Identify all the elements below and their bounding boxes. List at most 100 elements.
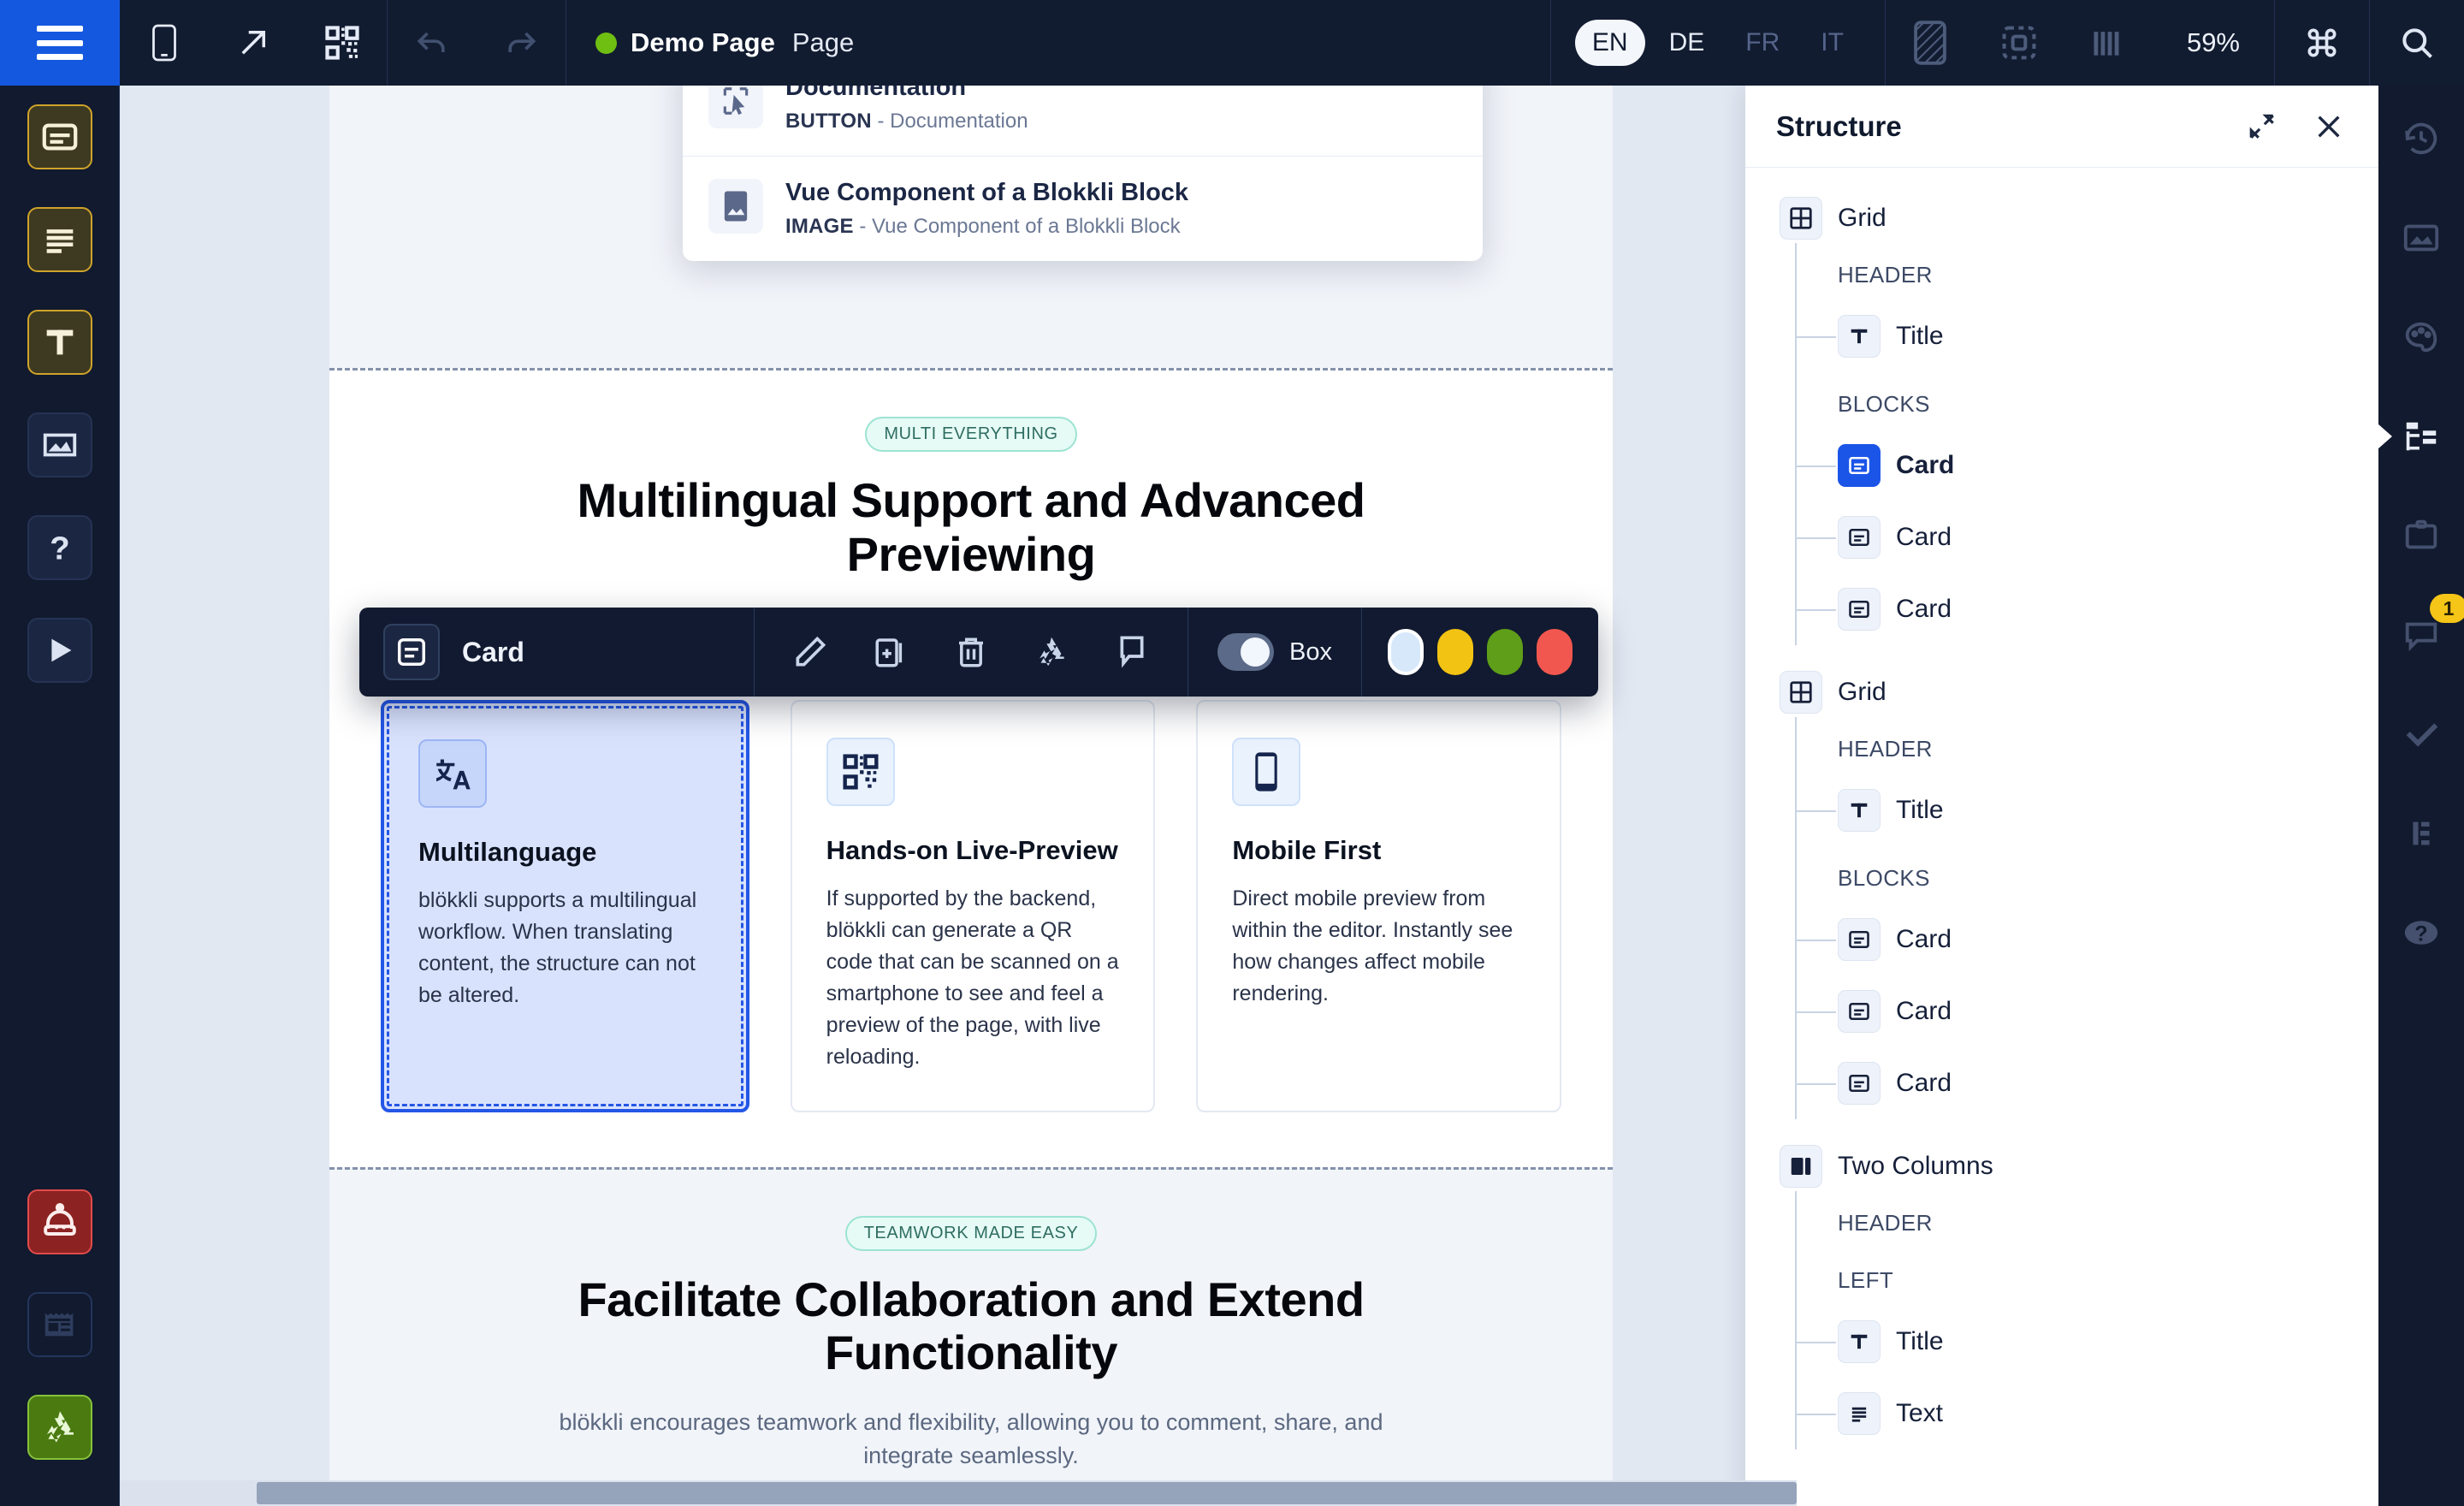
grid-icon-wrap bbox=[1780, 671, 1822, 714]
help-button[interactable]: ? bbox=[2394, 905, 2449, 960]
feature-card-grid: Multilanguage blökkli supports a multili… bbox=[329, 700, 1613, 1167]
search-result-row[interactable]: Vue Component of a Blokkli Block IMAGE -… bbox=[683, 156, 1483, 261]
color-swatch-default[interactable] bbox=[1388, 629, 1424, 675]
clipboard-button[interactable] bbox=[2394, 508, 2449, 563]
color-swatch-green[interactable] bbox=[1487, 629, 1523, 675]
card-icon-wrap bbox=[1838, 588, 1881, 631]
section-lead[interactable]: blökkli encourages teamwork and flexibil… bbox=[539, 1406, 1403, 1472]
delete-button[interactable] bbox=[951, 630, 991, 674]
tree-item-two-columns[interactable]: Two Columns bbox=[1780, 1141, 2378, 1191]
library-recycle-button[interactable] bbox=[27, 1395, 92, 1460]
history-button[interactable] bbox=[2394, 111, 2449, 166]
grid-columns-button[interactable] bbox=[2064, 0, 2153, 86]
feature-card-mobile-first[interactable]: Mobile First Direct mobile preview from … bbox=[1196, 700, 1561, 1112]
status-dot bbox=[595, 33, 617, 54]
selection-box-button[interactable] bbox=[1975, 0, 2064, 86]
section-heading[interactable]: Facilitate Collaboration and Extend Func… bbox=[543, 1273, 1399, 1380]
translate-icon bbox=[433, 754, 472, 793]
text-icon bbox=[1847, 1402, 1871, 1426]
feature-card-title: Hands-on Live-Preview bbox=[826, 835, 1120, 866]
dash-separator: - bbox=[859, 215, 872, 238]
tree-item-card[interactable]: Card bbox=[1838, 904, 2378, 975]
comments-button[interactable]: 1 bbox=[2394, 608, 2449, 662]
history-icon bbox=[2402, 119, 2441, 158]
duplicate-button[interactable] bbox=[871, 630, 910, 674]
search-result-text: Documentation BUTTON - Documentation bbox=[785, 86, 1028, 133]
search-result-title: Documentation bbox=[785, 86, 1028, 102]
color-swatch-red[interactable] bbox=[1537, 629, 1573, 675]
block-type-question[interactable]: ? bbox=[27, 515, 92, 580]
validations-button[interactable] bbox=[2394, 707, 2449, 762]
tree-item-title[interactable]: Title bbox=[1838, 300, 2378, 372]
language-switcher: EN DE FR IT bbox=[1551, 0, 1885, 86]
zoom-level[interactable]: 59% bbox=[2153, 0, 2274, 86]
color-swatch-yellow[interactable] bbox=[1437, 629, 1473, 675]
box-toggle-switch[interactable] bbox=[1217, 633, 1274, 671]
close-panel-button[interactable] bbox=[2310, 108, 2348, 145]
tree-item-title[interactable]: Title bbox=[1838, 774, 2378, 846]
feature-card-multilanguage[interactable]: Multilanguage blökkli supports a multili… bbox=[381, 700, 749, 1112]
tree-item-card[interactable]: Card bbox=[1838, 975, 2378, 1047]
block-type-title[interactable] bbox=[27, 310, 92, 375]
preview-tools-group bbox=[120, 0, 388, 86]
page-title-area[interactable]: Demo Page Page bbox=[566, 0, 883, 86]
card-block-icon-wrap bbox=[383, 624, 440, 680]
block-type-card[interactable] bbox=[27, 104, 92, 169]
comments-badge: 1 bbox=[2430, 594, 2464, 623]
language-de[interactable]: DE bbox=[1652, 20, 1722, 66]
tree-item-grid[interactable]: Grid bbox=[1780, 193, 2378, 243]
media-library-button[interactable] bbox=[2394, 210, 2449, 265]
feature-card-body: If supported by the backend, blökkli can… bbox=[826, 883, 1120, 1073]
text-icon-wrap bbox=[1838, 1392, 1881, 1435]
search-result-subtitle: Documentation bbox=[890, 110, 1028, 133]
tree-node-grid-2: Grid HEADER Title BLOCKS bbox=[1745, 667, 2378, 1119]
main-menu-button[interactable] bbox=[0, 0, 120, 86]
mobile-preview-button[interactable] bbox=[120, 0, 209, 86]
selection-box-icon bbox=[2000, 24, 2038, 62]
tree-item-label: Card bbox=[1896, 523, 1952, 552]
block-type-image[interactable] bbox=[27, 412, 92, 477]
assistant-robot-button[interactable] bbox=[27, 1189, 92, 1254]
section-heading[interactable]: Multilingual Support and Advanced Previe… bbox=[543, 474, 1399, 581]
tree-item-title[interactable]: Title bbox=[1838, 1306, 2378, 1378]
search-button[interactable] bbox=[2370, 0, 2464, 86]
add-to-library-icon bbox=[1033, 633, 1070, 671]
card-icon-wrap bbox=[1838, 990, 1881, 1033]
add-to-library-button[interactable] bbox=[1032, 630, 1071, 674]
shortcuts-button[interactable] bbox=[2394, 806, 2449, 861]
mobile-icon-wrap bbox=[1232, 738, 1300, 806]
language-it[interactable]: IT bbox=[1804, 20, 1861, 66]
tree-item-label: Two Columns bbox=[1838, 1152, 1993, 1181]
language-en[interactable]: EN bbox=[1575, 20, 1645, 66]
theme-button[interactable] bbox=[2394, 310, 2449, 365]
redo-button[interactable] bbox=[477, 0, 566, 86]
block-type-video[interactable] bbox=[27, 618, 92, 683]
command-key-button[interactable] bbox=[2275, 0, 2369, 86]
tree-item-text[interactable]: Text bbox=[1838, 1378, 2378, 1450]
scrollbar-thumb[interactable] bbox=[257, 1482, 1797, 1504]
tree-item-card-selected[interactable]: Card bbox=[1838, 430, 2378, 501]
box-option[interactable]: Box bbox=[1188, 608, 1362, 697]
expand-panel-button[interactable] bbox=[2243, 108, 2281, 145]
news-block-button[interactable] bbox=[27, 1292, 92, 1357]
structure-button[interactable] bbox=[2394, 409, 2449, 464]
structure-tree[interactable]: Grid HEADER Title BLOCKS bbox=[1745, 168, 2378, 1506]
undo-button[interactable] bbox=[388, 0, 477, 86]
tree-item-card[interactable]: Card bbox=[1838, 1047, 2378, 1119]
tree-item-card[interactable]: Card bbox=[1838, 501, 2378, 573]
page-preview: MULTI EVERYTHING Multilingual Support an… bbox=[329, 86, 1613, 1506]
feature-card-live-preview[interactable]: Hands-on Live-Preview If supported by th… bbox=[791, 700, 1156, 1112]
tree-item-grid[interactable]: Grid bbox=[1780, 667, 2378, 717]
masked-preview-button[interactable] bbox=[1886, 0, 1975, 86]
open-external-button[interactable] bbox=[209, 0, 298, 86]
canvas-horizontal-scrollbar[interactable] bbox=[120, 1480, 1797, 1506]
tree-item-card[interactable]: Card bbox=[1838, 573, 2378, 645]
comment-button[interactable] bbox=[1112, 630, 1152, 674]
tree-category-blocks: BLOCKS bbox=[1838, 846, 2378, 904]
language-fr[interactable]: FR bbox=[1728, 20, 1797, 66]
edit-button[interactable] bbox=[791, 630, 830, 674]
open-external-icon bbox=[235, 25, 271, 61]
qr-code-button[interactable] bbox=[298, 0, 387, 86]
search-result-row[interactable]: Documentation BUTTON - Documentation bbox=[683, 86, 1483, 156]
block-type-text[interactable] bbox=[27, 207, 92, 272]
